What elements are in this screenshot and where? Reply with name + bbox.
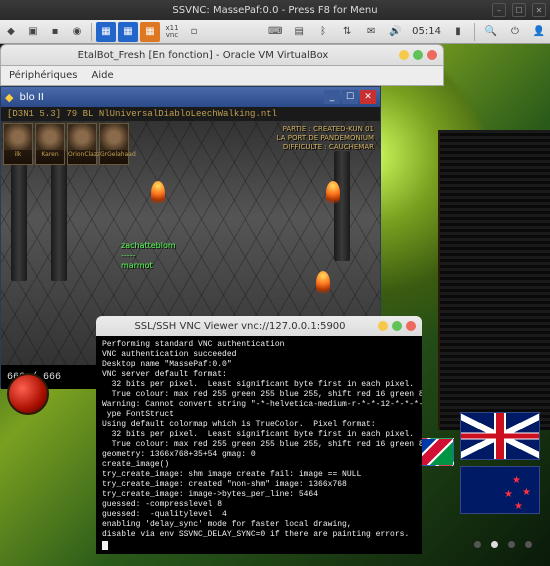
x11vnc-label[interactable]: x11 vnc (162, 22, 182, 42)
terminal-title: SSL/SSH VNC Viewer vnc://127.0.0.1:5900 (102, 321, 378, 332)
terminal-output[interactable]: Performing standard VNC authentication V… (96, 336, 422, 554)
mail-icon[interactable]: ✉ (361, 22, 381, 42)
quest-text: PARTIE : CREATED-KUN 01 LA PORT DE PANDE… (277, 125, 374, 152)
terminal-line: VNC authentication succeeded (102, 350, 416, 360)
virtualbox-titlebar[interactable]: EtalBot_Fresh [En fonction] - Oracle VM … (0, 44, 444, 66)
pillar (334, 151, 350, 261)
close-button[interactable]: ✕ (360, 90, 376, 104)
apps-menu-icon[interactable]: ◆ (1, 22, 21, 42)
pillar (11, 161, 27, 281)
workspace-pager[interactable] (474, 541, 532, 548)
terminal-titlebar[interactable]: SSL/SSH VNC Viewer vnc://127.0.0.1:5900 (96, 316, 422, 336)
party-portrait[interactable]: GrGelahaad (99, 123, 129, 165)
menu-peripheriques[interactable]: Périphériques (9, 70, 78, 81)
maximize-icon[interactable]: ☐ (512, 3, 526, 17)
minimize-button[interactable] (399, 50, 409, 60)
search-icon[interactable]: 🔍 (481, 22, 501, 42)
minimize-icon[interactable]: – (492, 3, 506, 17)
taskbar-item[interactable]: ▦ (118, 22, 138, 42)
close-button[interactable] (406, 321, 416, 331)
minimize-button[interactable] (378, 321, 388, 331)
terminal-line: Using default colormap which is TrueColo… (102, 420, 416, 430)
maximize-button[interactable] (392, 321, 402, 331)
terminal-line: guessed: -qualitylevel 4 (102, 510, 416, 520)
cpu-icon[interactable]: ▤ (289, 22, 309, 42)
flag-uk (460, 412, 540, 460)
terminal-line: geometry: 1366x768+35+54 gmag: 0 (102, 450, 416, 460)
terminal-line: try_create_image: image->bytes_per_line:… (102, 490, 416, 500)
diablo2-titlebar[interactable]: ◆ blo II _ ☐ ✕ (1, 87, 380, 107)
party-portrait[interactable]: Karen (35, 123, 65, 165)
terminal-line: VNC server default format: (102, 370, 416, 380)
virtualbox-title: EtalBot_Fresh [En fonction] - Oracle VM … (7, 50, 399, 61)
taskbar-item[interactable]: ▦ (96, 22, 116, 42)
terminal-line: disable via env SSVNC_DELAY_SYNC=0 if th… (102, 530, 416, 540)
diablo2-title: blo II (19, 92, 43, 103)
party-portraits: ilk Karen OrionClazzI GrGelahaad (3, 123, 129, 165)
terminal-line: True colour: max red 255 green 255 blue … (102, 440, 416, 450)
taskbar-item[interactable]: ▦ (140, 22, 160, 42)
game-icon: ◆ (5, 91, 13, 104)
minimize-button[interactable]: _ (324, 90, 340, 104)
terminal-line: Warning: Cannot convert string "-*-helve… (102, 400, 416, 410)
network-icon[interactable]: ⇅ (337, 22, 357, 42)
terminal-icon[interactable]: ▪ (45, 22, 65, 42)
maximize-button[interactable] (413, 50, 423, 60)
desktop-panel: ◆ ▣ ▪ ◉ ▦ ▦ ▦ x11 vnc ▫ ⌨ ▤ ᛒ ⇅ ✉ 🔊 05:1… (0, 20, 550, 44)
torch-icon (151, 181, 165, 205)
vnc-terminal-window: SSL/SSH VNC Viewer vnc://127.0.0.1:5900 … (96, 316, 422, 554)
health-orb[interactable] (7, 373, 49, 415)
user-icon[interactable]: 👤 (529, 22, 549, 42)
terminal-line: create_image() (102, 460, 416, 470)
browser-icon[interactable]: ◉ (67, 22, 87, 42)
files-icon[interactable]: ▣ (23, 22, 43, 42)
flag-nz: ★ ★ ★ ★ (460, 466, 540, 514)
terminal-line: try_create_image: shm image create fail:… (102, 470, 416, 480)
torch-icon (326, 181, 340, 205)
bot-status-text: [D3N1 5.3] 79 BL NlUniversalDiabloLeechW… (7, 109, 277, 119)
terminal-line: Performing standard VNC authentication (102, 340, 416, 350)
terminal-line: True colour: max red 255 green 255 blue … (102, 390, 416, 400)
bluetooth-icon[interactable]: ᛒ (313, 22, 333, 42)
torch-icon (316, 271, 330, 295)
terminal-cursor (102, 540, 416, 550)
pager-dot[interactable] (508, 541, 515, 548)
action-text: zachatteblom ----- marmot (121, 241, 176, 271)
virtualbox-window: EtalBot_Fresh [En fonction] - Oracle VM … (0, 44, 444, 86)
terminal-line: ype FontStruct (102, 410, 416, 420)
terminal-line: enabling 'delay_sync' mode for faster lo… (102, 520, 416, 530)
pager-dot[interactable] (474, 541, 481, 548)
close-icon[interactable]: ✕ (532, 3, 546, 17)
party-portrait[interactable]: OrionClazzI (67, 123, 97, 165)
ssvnc-title: SSVNC: MassePaf:0.0 - Press F8 for Menu (172, 5, 377, 16)
terminal-line: guessed: -compresslevel 8 (102, 500, 416, 510)
terminal-line: Desktop name "MassePaf:0.0" (102, 360, 416, 370)
pager-dot[interactable] (525, 541, 532, 548)
taskbar-item[interactable]: ▫ (184, 22, 204, 42)
shutdown-icon[interactable]: ⏻ (505, 22, 525, 42)
terminal-line: try_create_image: created "non-shm" imag… (102, 480, 416, 490)
sound-icon[interactable]: 🔊 (385, 22, 405, 42)
keyboard-icon[interactable]: ⌨ (265, 22, 285, 42)
battery-icon[interactable]: ▮ (448, 22, 468, 42)
flag-decor: ★ ★ ★ ★ (410, 412, 540, 522)
virtualbox-menubar: Périphériques Aide (0, 66, 444, 86)
terminal-line: 32 bits per pixel. Least significant byt… (102, 380, 416, 390)
terminal-line: 32 bits per pixel. Least significant byt… (102, 430, 416, 440)
menu-aide[interactable]: Aide (92, 70, 114, 81)
pager-dot-active[interactable] (491, 541, 498, 548)
close-button[interactable] (427, 50, 437, 60)
bot-status-bar: [D3N1 5.3] 79 BL NlUniversalDiabloLeechW… (1, 107, 380, 121)
party-portrait[interactable]: ilk (3, 123, 33, 165)
maximize-button[interactable]: ☐ (342, 90, 358, 104)
ssvnc-titlebar: SSVNC: MassePaf:0.0 - Press F8 for Menu … (0, 0, 550, 20)
clock[interactable]: 05:14 (412, 26, 441, 37)
pillar (51, 151, 67, 281)
